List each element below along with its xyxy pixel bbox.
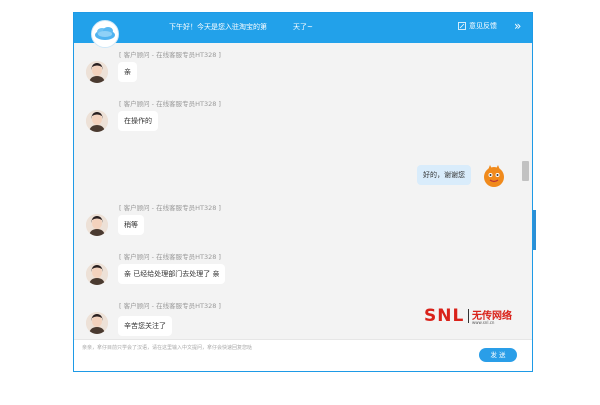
message-bubble: 辛苦您关注了 bbox=[118, 316, 172, 336]
agent-avatar bbox=[86, 263, 108, 285]
agent-avatar bbox=[86, 312, 108, 334]
message-bubble: 在操作的 bbox=[118, 111, 158, 131]
agent-avatar bbox=[86, 110, 108, 132]
input-placeholder: 亲亲，拿仔目前只学会了汉语，请在这里输入中文提问，拿仔会快速回复您哒 bbox=[82, 345, 253, 351]
sender-label: [ 客户顾问 - 在线客服专员HT328 ] bbox=[119, 100, 221, 108]
greeting-text: 下午好！今天是您入驻淘宝的第 bbox=[169, 23, 267, 31]
user-message-bubble: 好的，谢谢您 bbox=[417, 165, 471, 185]
watermark-brand: SNL bbox=[424, 306, 465, 326]
feedback-label: 意见反馈 bbox=[469, 22, 497, 30]
user-avatar bbox=[482, 164, 506, 188]
edit-icon bbox=[458, 22, 466, 30]
chat-window: 下午好！今天是您入驻淘宝的第 天了~ 意见反馈 » [ 客户顾问 - 在线客服专员… bbox=[73, 12, 533, 372]
service-logo bbox=[91, 20, 119, 48]
message-input[interactable]: 亲亲，拿仔目前只学会了汉语，请在这里输入中文提问，拿仔会快速回复您哒 发 送 bbox=[74, 339, 532, 371]
side-tab[interactable] bbox=[533, 210, 536, 250]
send-button[interactable]: 发 送 bbox=[479, 348, 517, 362]
sender-label: [ 客户顾问 - 在线客服专员HT328 ] bbox=[119, 204, 221, 212]
sender-label: [ 客户顾问 - 在线客服专员HT328 ] bbox=[119, 253, 221, 261]
header-greeting: 下午好！今天是您入驻淘宝的第 天了~ bbox=[169, 22, 313, 32]
mascot-icon bbox=[484, 165, 504, 187]
greeting-tail: 天了~ bbox=[293, 23, 313, 31]
agent-avatar bbox=[86, 214, 108, 236]
message-bubble: 亲 已经给处理部门去处理了 亲 bbox=[118, 264, 226, 284]
header-bar: 下午好！今天是您入驻淘宝的第 天了~ 意见反馈 » bbox=[74, 13, 532, 43]
watermark-url: www.snl.cn bbox=[472, 320, 495, 325]
collapse-icon[interactable]: » bbox=[514, 19, 522, 33]
scrollbar-thumb[interactable] bbox=[522, 161, 529, 181]
sender-label: [ 客户顾问 - 在线客服专员HT328 ] bbox=[119, 51, 221, 59]
message-bubble: 稍等 bbox=[118, 215, 144, 235]
agent-avatar bbox=[86, 61, 108, 83]
watermark-divider bbox=[468, 309, 469, 323]
chat-history[interactable]: [ 客户顾问 - 在线客服专员HT328 ] 亲 [ 客户顾问 - 在线客服专员… bbox=[74, 43, 532, 339]
cloud-icon bbox=[95, 27, 115, 40]
message-bubble: 亲 bbox=[118, 62, 137, 82]
feedback-button[interactable]: 意见反馈 bbox=[458, 21, 497, 31]
sender-label: [ 客户顾问 - 在线客服专员HT328 ] bbox=[119, 302, 221, 310]
